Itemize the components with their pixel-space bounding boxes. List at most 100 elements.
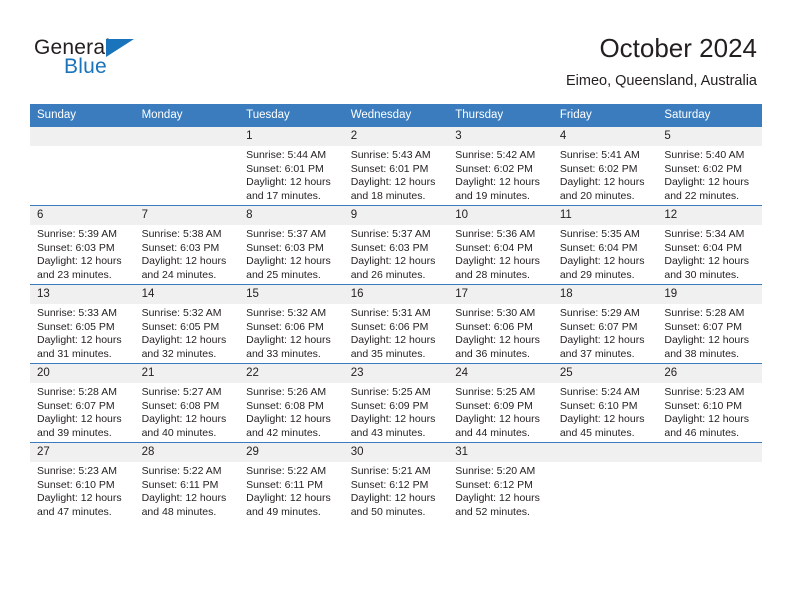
day-number: 27 — [30, 443, 135, 462]
calendar-day-cell[interactable]: 24 Sunrise: 5:25 AM Sunset: 6:09 PM Dayligh… — [448, 363, 553, 443]
calendar-day-cell[interactable]: 14 Sunrise: 5:32 AM Sunset: 6:05 PM Dayligh… — [134, 284, 240, 364]
sunset-text: Sunset: 6:12 PM — [350, 478, 429, 491]
day-number: 20 — [30, 364, 135, 383]
title-block: October 2024 Eimeo, Queensland, Australi… — [566, 33, 757, 90]
day-number: 6 — [30, 206, 135, 225]
calendar-grid: Sunday Monday Tuesday Wednesday Thursday… — [30, 104, 762, 521]
weekday-header-tuesday: Tuesday — [239, 104, 344, 127]
sunrise-text: Sunrise: 5:31 AM — [350, 307, 431, 319]
calendar-day-cell[interactable]: 2 Sunrise: 5:43 AM Sunset: 6:01 PM Daylight… — [343, 126, 449, 206]
calendar-day-cell[interactable]: 13 Sunrise: 5:33 AM Sunset: 6:05 PM Dayligh… — [30, 284, 135, 364]
day-info: Sunrise: 5:20 AM Sunset: 6:12 PM Daylight:… — [448, 462, 553, 519]
day-info: Sunrise: 5:22 AM Sunset: 6:11 PM Daylight:… — [239, 462, 344, 519]
day-number: 29 — [239, 443, 344, 462]
day-number: 8 — [239, 206, 344, 225]
day-info: Sunrise: 5:29 AM Sunset: 6:07 PM Daylight:… — [553, 304, 658, 361]
calendar-day-cell[interactable]: 3 Sunrise: 5:42 AM Sunset: 6:02 PM Daylight… — [448, 126, 553, 206]
calendar-day-cell[interactable]: 4 Sunrise: 5:41 AM Sunset: 6:02 PM Daylight… — [552, 126, 658, 206]
calendar-day-cell[interactable]: 10 Sunrise: 5:36 AM Sunset: 6:04 PM Dayligh… — [448, 205, 553, 285]
sunrise-text: Sunrise: 5:28 AM — [664, 307, 745, 319]
calendar-day-cell[interactable]: 15 Sunrise: 5:32 AM Sunset: 6:06 PM Dayligh… — [239, 284, 344, 364]
day-number: 15 — [239, 285, 344, 304]
day-info: Sunrise: 5:44 AM Sunset: 6:01 PM Daylight:… — [239, 146, 344, 203]
day-info: Sunrise: 5:41 AM Sunset: 6:02 PM Daylight:… — [553, 146, 658, 203]
calendar-day-cell[interactable]: 20 Sunrise: 5:28 AM Sunset: 6:07 PM Dayligh… — [30, 363, 135, 443]
sunrise-text: Sunrise: 5:37 AM — [350, 228, 431, 240]
sunset-text: Sunset: 6:04 PM — [455, 241, 533, 254]
day-info: Sunrise: 5:37 AM Sunset: 6:03 PM Daylight:… — [344, 225, 449, 282]
day-number: 13 — [30, 285, 135, 304]
day-info: Sunrise: 5:28 AM Sunset: 6:07 PM Daylight:… — [30, 383, 135, 440]
sunrise-text: Sunrise: 5:29 AM — [559, 307, 640, 319]
calendar-day-cell[interactable]: 17 Sunrise: 5:30 AM Sunset: 6:06 PM Dayligh… — [448, 284, 553, 364]
day-number — [552, 443, 658, 462]
calendar-week-row: 20 Sunrise: 5:28 AM Sunset: 6:07 PM Dayligh… — [30, 363, 762, 443]
sunrise-text: Sunrise: 5:30 AM — [455, 307, 536, 319]
day-number: 22 — [239, 364, 344, 383]
calendar-day-cell[interactable]: 27 Sunrise: 5:23 AM Sunset: 6:10 PM Dayligh… — [30, 442, 135, 521]
calendar-day-cell[interactable]: 25 Sunrise: 5:24 AM Sunset: 6:10 PM Dayligh… — [552, 363, 658, 443]
calendar-day-cell[interactable]: 30 Sunrise: 5:21 AM Sunset: 6:12 PM Dayligh… — [343, 442, 449, 521]
sunset-text: Sunset: 6:09 PM — [455, 399, 533, 412]
day-info: Sunrise: 5:24 AM Sunset: 6:10 PM Daylight:… — [553, 383, 658, 440]
calendar-day-cell[interactable]: 11 Sunrise: 5:35 AM Sunset: 6:04 PM Dayligh… — [552, 205, 658, 285]
day-number: 16 — [343, 285, 449, 304]
daylight-text: Daylight: 12 hours and 33 minutes. — [246, 334, 331, 360]
daylight-text: Daylight: 12 hours and 37 minutes. — [559, 334, 645, 360]
calendar-day-cell[interactable]: 8 Sunrise: 5:37 AM Sunset: 6:03 PM Daylight… — [239, 205, 344, 285]
sunset-text: Sunset: 6:04 PM — [664, 241, 743, 254]
sunset-text: Sunset: 6:12 PM — [455, 478, 533, 491]
daylight-text: Daylight: 12 hours and 23 minutes. — [37, 255, 122, 281]
sunset-text: Sunset: 6:08 PM — [246, 399, 324, 412]
calendar-day-cell[interactable]: 5 Sunrise: 5:40 AM Sunset: 6:02 PM Daylight… — [657, 126, 762, 206]
calendar-day-cell[interactable]: 31 Sunrise: 5:20 AM Sunset: 6:12 PM Dayligh… — [448, 442, 553, 521]
daylight-text: Daylight: 12 hours and 25 minutes. — [246, 255, 331, 281]
daylight-text: Daylight: 12 hours and 26 minutes. — [350, 255, 436, 281]
calendar-day-cell[interactable]: 21 Sunrise: 5:27 AM Sunset: 6:08 PM Dayligh… — [134, 363, 240, 443]
sunrise-text: Sunrise: 5:32 AM — [141, 307, 222, 319]
sunrise-text: Sunrise: 5:22 AM — [246, 465, 327, 477]
sunset-text: Sunset: 6:02 PM — [664, 162, 743, 175]
calendar-day-cell[interactable]: 18 Sunrise: 5:29 AM Sunset: 6:07 PM Dayligh… — [552, 284, 658, 364]
day-number: 10 — [448, 206, 553, 225]
calendar-day-cell[interactable]: 1 Sunrise: 5:44 AM Sunset: 6:01 PM Daylight… — [239, 126, 344, 206]
calendar-day-cell[interactable]: 28 Sunrise: 5:22 AM Sunset: 6:11 PM Dayligh… — [134, 442, 240, 521]
daylight-text: Daylight: 12 hours and 40 minutes. — [141, 413, 227, 439]
sunrise-text: Sunrise: 5:33 AM — [37, 307, 117, 319]
calendar-day-cell[interactable]: 9 Sunrise: 5:37 AM Sunset: 6:03 PM Daylight… — [343, 205, 449, 285]
sunrise-text: Sunrise: 5:32 AM — [246, 307, 327, 319]
calendar-day-cell[interactable]: 22 Sunrise: 5:26 AM Sunset: 6:08 PM Dayligh… — [239, 363, 344, 443]
calendar-day-cell[interactable]: 12 Sunrise: 5:34 AM Sunset: 6:04 PM Dayligh… — [657, 205, 762, 285]
day-info: Sunrise: 5:22 AM Sunset: 6:11 PM Daylight:… — [135, 462, 240, 519]
day-number — [657, 443, 762, 462]
daylight-text: Daylight: 12 hours and 29 minutes. — [559, 255, 645, 281]
calendar-body: 1 Sunrise: 5:44 AM Sunset: 6:01 PM Daylight… — [30, 126, 762, 521]
calendar-day-cell[interactable]: 19 Sunrise: 5:28 AM Sunset: 6:07 PM Dayligh… — [657, 284, 762, 364]
day-number: 17 — [448, 285, 553, 304]
daylight-text: Daylight: 12 hours and 31 minutes. — [37, 334, 122, 360]
day-number: 23 — [343, 364, 449, 383]
brand-logo[interactable]: General Blue — [34, 36, 234, 88]
day-number: 21 — [134, 364, 240, 383]
day-number: 24 — [448, 364, 553, 383]
calendar-day-cell[interactable]: 29 Sunrise: 5:22 AM Sunset: 6:11 PM Dayligh… — [239, 442, 344, 521]
sunrise-text: Sunrise: 5:28 AM — [37, 386, 117, 398]
sunrise-text: Sunrise: 5:43 AM — [350, 149, 431, 161]
sunset-text: Sunset: 6:06 PM — [350, 320, 429, 333]
calendar-day-cell[interactable]: 16 Sunrise: 5:31 AM Sunset: 6:06 PM Dayligh… — [343, 284, 449, 364]
day-number: 28 — [134, 443, 240, 462]
sunrise-text: Sunrise: 5:20 AM — [455, 465, 536, 477]
daylight-text: Daylight: 12 hours and 44 minutes. — [455, 413, 540, 439]
calendar-day-cell[interactable]: 7 Sunrise: 5:38 AM Sunset: 6:03 PM Daylight… — [134, 205, 240, 285]
calendar-day-cell[interactable]: 23 Sunrise: 5:25 AM Sunset: 6:09 PM Dayligh… — [343, 363, 449, 443]
sunset-text: Sunset: 6:01 PM — [350, 162, 429, 175]
page-header: General Blue October 2024 Eimeo, Queensl… — [0, 0, 792, 100]
calendar-day-cell[interactable]: 6 Sunrise: 5:39 AM Sunset: 6:03 PM Daylight… — [30, 205, 135, 285]
sunset-text: Sunset: 6:03 PM — [141, 241, 220, 254]
sunrise-text: Sunrise: 5:26 AM — [246, 386, 327, 398]
calendar-day-cell[interactable]: 26 Sunrise: 5:23 AM Sunset: 6:10 PM Dayligh… — [657, 363, 762, 443]
daylight-text: Daylight: 12 hours and 35 minutes. — [350, 334, 436, 360]
calendar-week-row: 1 Sunrise: 5:44 AM Sunset: 6:01 PM Daylight… — [30, 126, 762, 206]
brand-name-blue: Blue — [64, 55, 107, 78]
weekday-header-row: Sunday Monday Tuesday Wednesday Thursday… — [30, 104, 762, 127]
